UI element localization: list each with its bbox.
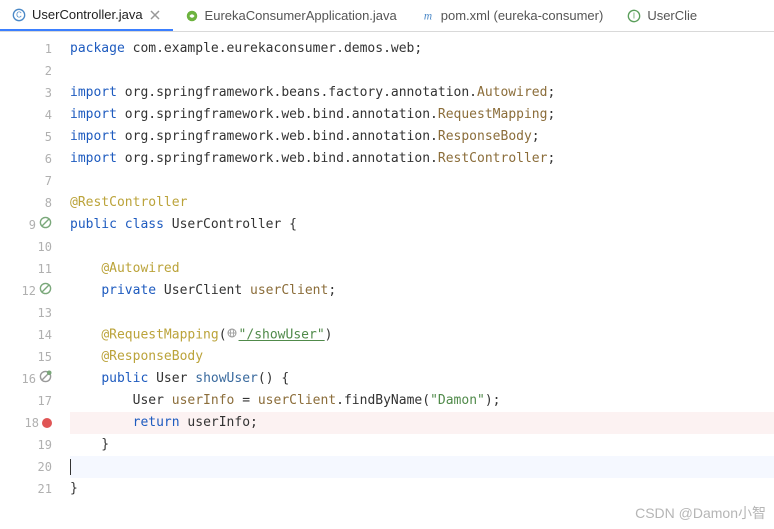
line-number: 18 (25, 412, 39, 434)
code-line-21[interactable]: } (70, 478, 774, 500)
code-line-11[interactable]: @Autowired (70, 258, 774, 280)
line-number: 9 (29, 214, 36, 236)
line-number: 11 (38, 258, 52, 280)
tab-0[interactable]: C UserController.java (0, 0, 173, 31)
gutter-line-8[interactable]: 8 (0, 192, 58, 214)
line-number-gutter: 123456789101112131415161718192021 (0, 32, 58, 529)
tab-label: UserController.java (32, 7, 143, 22)
line-number: 4 (45, 104, 52, 126)
gutter-line-10[interactable]: 10 (0, 236, 58, 258)
line-number: 5 (45, 126, 52, 148)
gutter-line-1[interactable]: 1 (0, 38, 58, 60)
line-number: 14 (38, 324, 52, 346)
spring-icon (185, 9, 199, 23)
tab-3[interactable]: I UserClie (615, 0, 709, 31)
close-icon[interactable] (149, 9, 161, 21)
gutter-line-11[interactable]: 11 (0, 258, 58, 280)
tab-2[interactable]: m pom.xml (eureka-consumer) (409, 0, 616, 31)
gutter-line-14[interactable]: 14 (0, 324, 58, 346)
code-line-17[interactable]: User userInfo = userClient.findByName("D… (70, 390, 774, 412)
gutter-line-4[interactable]: 4 (0, 104, 58, 126)
svg-text:m: m (424, 10, 432, 22)
line-number: 1 (45, 38, 52, 60)
code-line-15[interactable]: @ResponseBody (70, 346, 774, 368)
editor-tabs: C UserController.java EurekaConsumerApplic… (0, 0, 774, 32)
code-line-7[interactable] (70, 170, 774, 192)
line-number: 10 (38, 236, 52, 258)
text-caret (70, 459, 71, 475)
editor-area: 123456789101112131415161718192021 packag… (0, 32, 774, 529)
gutter-line-19[interactable]: 19 (0, 434, 58, 456)
code-line-18[interactable]: return userInfo; (70, 412, 774, 434)
svg-text:C: C (16, 10, 22, 19)
code-line-4[interactable]: import org.springframework.web.bind.anno… (70, 104, 774, 126)
gutter-line-3[interactable]: 3 (0, 82, 58, 104)
gutter-line-17[interactable]: 17 (0, 390, 58, 412)
gutter-line-6[interactable]: 6 (0, 148, 58, 170)
code-line-5[interactable]: import org.springframework.web.bind.anno… (70, 126, 774, 148)
line-number: 8 (45, 192, 52, 214)
class-icon: C (12, 8, 26, 22)
code-line-14[interactable]: @RequestMapping("/showUser") (70, 324, 774, 346)
code-line-1[interactable]: package com.example.eurekaconsumer.demos… (70, 38, 774, 60)
gutter-line-20[interactable]: 20 (0, 456, 58, 478)
line-number: 6 (45, 148, 52, 170)
code-line-10[interactable] (70, 236, 774, 258)
web-icon (227, 324, 237, 346)
line-number: 20 (38, 456, 52, 478)
gutter-line-15[interactable]: 15 (0, 346, 58, 368)
code-line-16[interactable]: public User showUser() { (70, 368, 774, 390)
gutter-line-2[interactable]: 2 (0, 60, 58, 82)
line-number: 12 (22, 280, 36, 302)
mixed-icon (39, 368, 52, 390)
line-number: 7 (45, 170, 52, 192)
interface-icon: I (627, 9, 641, 23)
tab-label: EurekaConsumerApplication.java (205, 8, 397, 23)
code-line-19[interactable]: } (70, 434, 774, 456)
code-line-13[interactable] (70, 302, 774, 324)
gutter-line-5[interactable]: 5 (0, 126, 58, 148)
gutter-line-16[interactable]: 16 (0, 368, 58, 390)
line-number: 2 (45, 60, 52, 82)
code-area[interactable]: package com.example.eurekaconsumer.demos… (58, 32, 774, 529)
suppress-icon (39, 214, 52, 236)
breakpoint-icon[interactable] (42, 418, 52, 428)
gutter-line-18[interactable]: 18 (0, 412, 58, 434)
gutter-line-21[interactable]: 21 (0, 478, 58, 500)
tab-label: UserClie (647, 8, 697, 23)
gutter-line-13[interactable]: 13 (0, 302, 58, 324)
suppress-icon (39, 280, 52, 302)
code-line-9[interactable]: public class UserController { (70, 214, 774, 236)
code-line-3[interactable]: import org.springframework.beans.factory… (70, 82, 774, 104)
line-number: 21 (38, 478, 52, 500)
code-line-20[interactable] (70, 456, 774, 478)
line-number: 15 (38, 346, 52, 368)
code-line-8[interactable]: @RestController (70, 192, 774, 214)
gutter-line-9[interactable]: 9 (0, 214, 58, 236)
gutter-line-7[interactable]: 7 (0, 170, 58, 192)
line-number: 3 (45, 82, 52, 104)
maven-icon: m (421, 9, 435, 23)
gutter-line-12[interactable]: 12 (0, 280, 58, 302)
tab-label: pom.xml (eureka-consumer) (441, 8, 604, 23)
code-line-2[interactable] (70, 60, 774, 82)
code-line-6[interactable]: import org.springframework.web.bind.anno… (70, 148, 774, 170)
watermark: CSDN @Damon小智 (635, 503, 766, 523)
tab-1[interactable]: EurekaConsumerApplication.java (173, 0, 409, 31)
line-number: 13 (38, 302, 52, 324)
svg-text:I: I (633, 11, 635, 20)
line-number: 19 (38, 434, 52, 456)
line-number: 17 (38, 390, 52, 412)
line-number: 16 (22, 368, 36, 390)
code-line-12[interactable]: private UserClient userClient; (70, 280, 774, 302)
